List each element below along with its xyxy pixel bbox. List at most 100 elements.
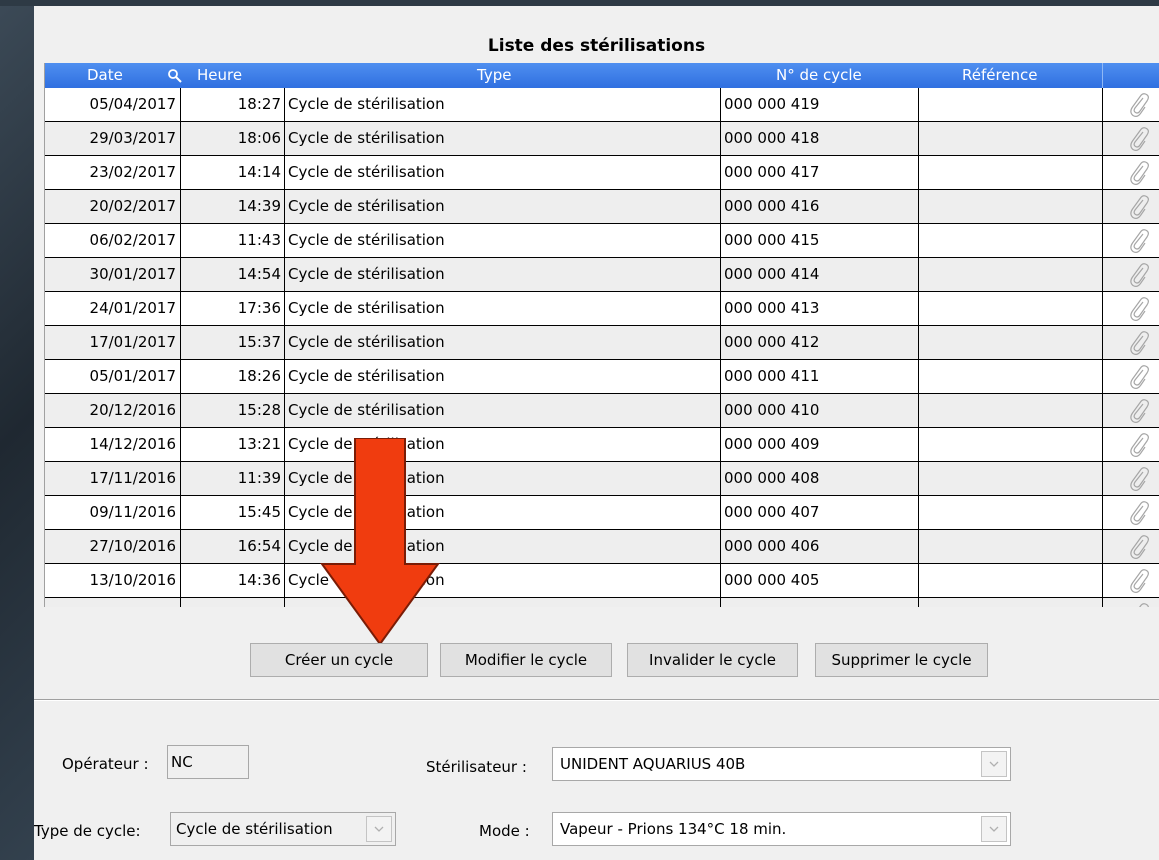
cell-heure: 14:36	[181, 564, 285, 598]
cell-num-cycle: 000 000 419	[721, 88, 919, 122]
paperclip-icon[interactable]	[1128, 500, 1150, 529]
cell-num-cycle: 000 000 412	[721, 326, 919, 360]
cell-date: 13/10/2016	[45, 564, 181, 598]
cell-reference	[919, 258, 1103, 292]
cell-reference	[919, 462, 1103, 496]
cell-date: 23/02/2017	[45, 156, 181, 190]
table-row[interactable]: 05/04/2017 18:27 Cycle de stérilisation 000…	[45, 88, 1159, 122]
sterilization-panel: Liste des stérilisations Date Heure Type…	[34, 6, 1159, 860]
cell-date: 05/01/2017	[45, 360, 181, 394]
desktop-background	[0, 0, 34, 860]
cell-num-cycle: 000 000 404	[721, 598, 919, 607]
table-header: Date Heure Type N° de cycle Référence	[45, 63, 1159, 88]
cell-reference	[919, 394, 1103, 428]
paperclip-icon[interactable]	[1128, 534, 1150, 563]
chevron-down-icon	[989, 761, 999, 767]
paperclip-icon[interactable]	[1128, 330, 1150, 359]
modify-cycle-button[interactable]: Modifier le cycle	[440, 643, 612, 677]
paperclip-icon[interactable]	[1128, 160, 1150, 189]
cell-heure: 11:39	[181, 462, 285, 496]
cell-date: 05/04/2017	[45, 88, 181, 122]
cell-heure: 14:14	[181, 156, 285, 190]
paperclip-icon[interactable]	[1128, 228, 1150, 257]
cell-num-cycle: 000 000 411	[721, 360, 919, 394]
invalidate-cycle-button[interactable]: Invalider le cycle	[627, 643, 798, 677]
create-cycle-button[interactable]: Créer un cycle	[250, 643, 428, 677]
cell-reference	[919, 88, 1103, 122]
cell-attachment	[1103, 292, 1159, 326]
cell-type: Cycle de stérilisation	[285, 224, 721, 258]
cell-num-cycle: 000 000 414	[721, 258, 919, 292]
cell-attachment	[1103, 326, 1159, 360]
paperclip-icon[interactable]	[1128, 92, 1150, 121]
cell-date: 20/12/2016	[45, 394, 181, 428]
table-row[interactable]: 29/03/2017 18:06 Cycle de stérilisation 000…	[45, 122, 1159, 156]
cell-date: 20/02/2017	[45, 190, 181, 224]
paperclip-icon[interactable]	[1128, 602, 1150, 607]
delete-cycle-button[interactable]: Supprimer le cycle	[815, 643, 988, 677]
cell-reference	[919, 122, 1103, 156]
cell-reference	[919, 190, 1103, 224]
paperclip-icon[interactable]	[1128, 364, 1150, 393]
paperclip-icon[interactable]	[1128, 262, 1150, 291]
cell-heure: 15:28	[181, 394, 285, 428]
column-reference[interactable]: Référence	[962, 66, 1038, 84]
cell-attachment	[1103, 496, 1159, 530]
table-row[interactable]: 05/01/2017 18:26 Cycle de stérilisation 000…	[45, 360, 1159, 394]
paperclip-icon[interactable]	[1128, 568, 1150, 597]
cell-type: Cycle de stérilisation	[285, 156, 721, 190]
paperclip-icon[interactable]	[1128, 194, 1150, 223]
cell-date: 30/01/2017	[45, 258, 181, 292]
mode-dropdown-button[interactable]	[981, 816, 1007, 842]
cell-attachment	[1103, 156, 1159, 190]
table-row[interactable]: 20/02/2017 14:39 Cycle de stérilisation 000…	[45, 190, 1159, 224]
sterilizer-select[interactable]: UNIDENT AQUARIUS 40B	[552, 747, 1011, 781]
chevron-down-icon	[374, 826, 384, 832]
operator-field[interactable]: NC	[167, 745, 249, 779]
table-row[interactable]: 11/10/201609:40Cycle de stérilisation000…	[45, 598, 1159, 607]
cell-attachment	[1103, 258, 1159, 292]
cell-heure: 18:26	[181, 360, 285, 394]
column-heure[interactable]: Heure	[197, 66, 242, 84]
column-type[interactable]: Type	[477, 66, 511, 84]
magnifier-icon[interactable]	[167, 68, 183, 84]
table-row[interactable]: 30/01/2017 14:54 Cycle de stérilisation 000…	[45, 258, 1159, 292]
paperclip-icon[interactable]	[1128, 296, 1150, 325]
table-row[interactable]: 23/02/2017 14:14 Cycle de stérilisation 000…	[45, 156, 1159, 190]
paperclip-icon[interactable]	[1128, 466, 1150, 495]
cycle-type-dropdown-button[interactable]	[366, 816, 392, 842]
operator-label: Opérateur :	[62, 755, 149, 773]
cell-num-cycle: 000 000 417	[721, 156, 919, 190]
cell-reference	[919, 598, 1103, 607]
cell-num-cycle: 000 000 409	[721, 428, 919, 462]
cell-reference	[919, 428, 1103, 462]
table-row[interactable]: 09/11/201615:45Cycle de stérilisation000…	[45, 496, 1159, 530]
cycle-type-select[interactable]: Cycle de stérilisation	[170, 812, 396, 846]
table-row[interactable]: 13/10/201614:36Cycle de stérilisation000…	[45, 564, 1159, 598]
cell-type: Cycle de stérilisation	[285, 292, 721, 326]
mode-select[interactable]: Vapeur - Prions 134°C 18 min.	[552, 812, 1011, 846]
cell-reference	[919, 564, 1103, 598]
table-row[interactable]: 14/12/201613:21Cycle de stérilisation000…	[45, 428, 1159, 462]
table-row[interactable]: 20/12/2016 15:28 Cycle de stérilisation 000…	[45, 394, 1159, 428]
paperclip-icon[interactable]	[1128, 126, 1150, 155]
cell-num-cycle: 000 000 406	[721, 530, 919, 564]
paperclip-icon[interactable]	[1128, 432, 1150, 461]
cell-type: Cycle de stérilisation	[285, 394, 721, 428]
cycle-type-value: Cycle de stérilisation	[176, 820, 333, 838]
column-num-cycle[interactable]: N° de cycle	[776, 66, 862, 84]
sterilizer-dropdown-button[interactable]	[981, 751, 1007, 777]
table-row[interactable]: 17/11/201611:39Cycle de stérilisation000…	[45, 462, 1159, 496]
table-row[interactable]: 27/10/201616:54Cycle de stérilisation000…	[45, 530, 1159, 564]
cell-num-cycle: 000 000 407	[721, 496, 919, 530]
column-date[interactable]: Date	[87, 66, 123, 84]
cell-heure: 13:21	[181, 428, 285, 462]
paperclip-icon[interactable]	[1128, 398, 1150, 427]
table-row[interactable]: 06/02/2017 11:43 Cycle de stérilisation 000…	[45, 224, 1159, 258]
table-row[interactable]: 17/01/2017 15:37 Cycle de stérilisation 000…	[45, 326, 1159, 360]
mode-value: Vapeur - Prions 134°C 18 min.	[560, 820, 787, 838]
cell-heure: 18:06	[181, 122, 285, 156]
table-row[interactable]: 24/01/2017 17:36 Cycle de stérilisation 000…	[45, 292, 1159, 326]
cell-date: 17/01/2017	[45, 326, 181, 360]
cell-date: 14/12/2016	[45, 428, 181, 462]
